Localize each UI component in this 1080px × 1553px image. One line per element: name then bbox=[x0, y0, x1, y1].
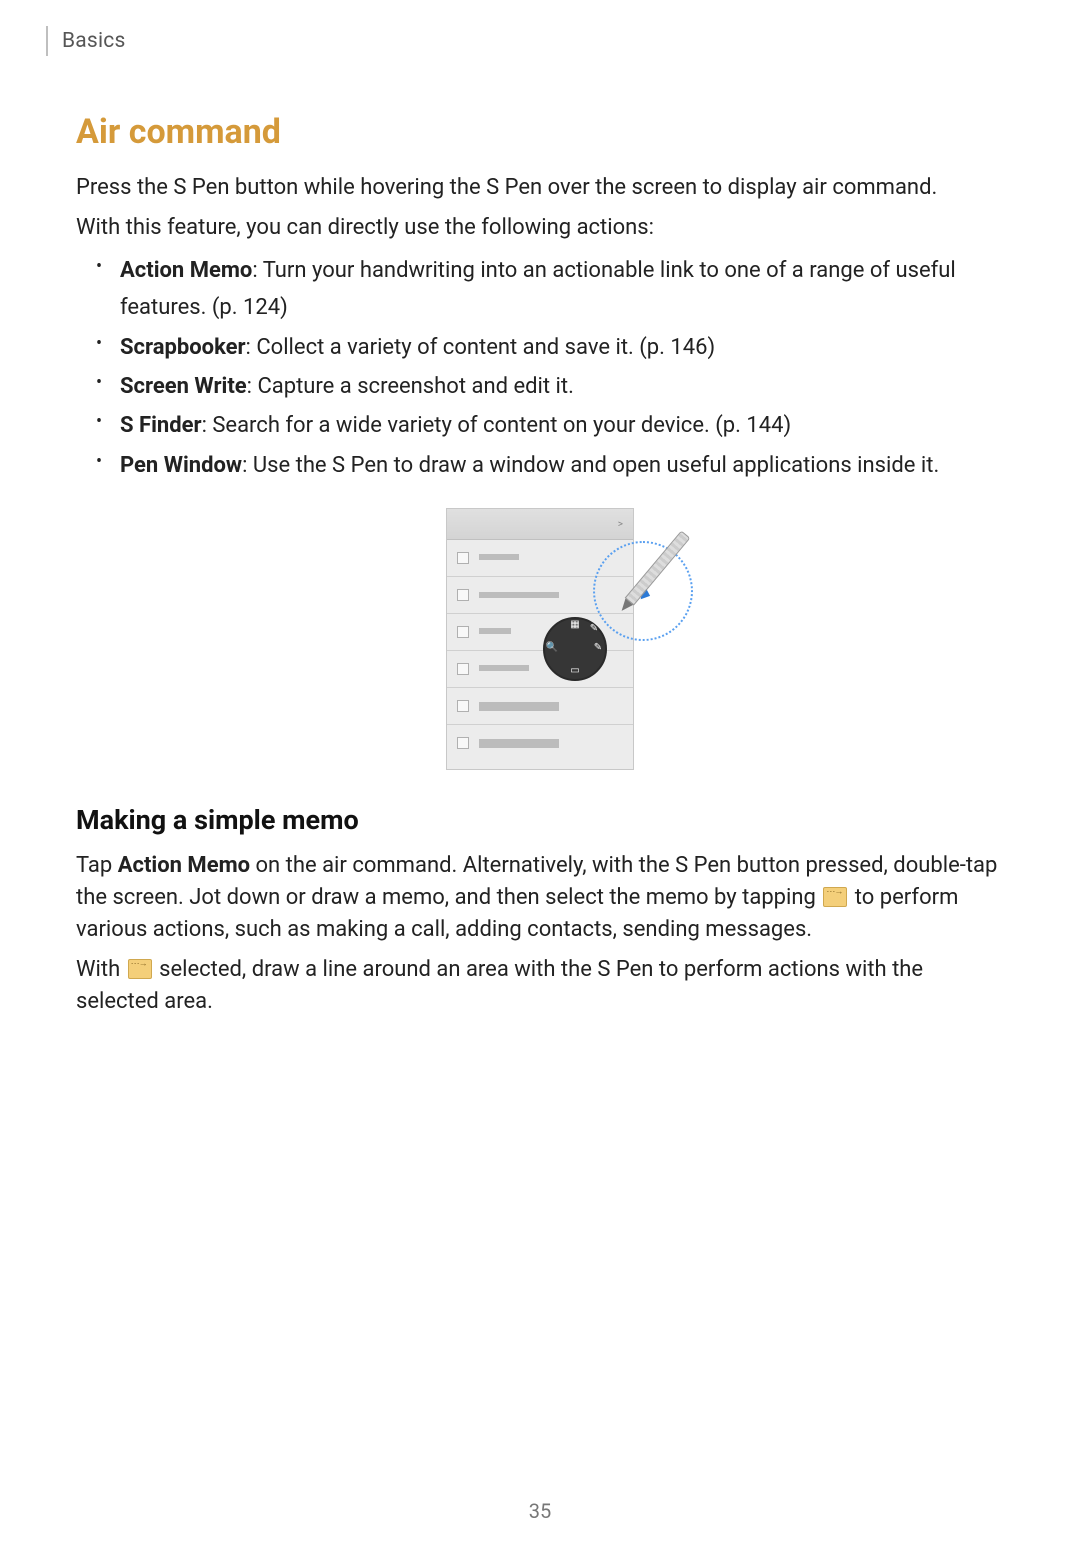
link-action-icon bbox=[128, 959, 152, 979]
list-item bbox=[447, 725, 633, 761]
feature-name: Screen Write bbox=[120, 374, 247, 399]
air-command-illustration: > ▦✎🔍✎▭ bbox=[446, 508, 634, 770]
page-title: Air command bbox=[76, 112, 1004, 152]
memo-paragraph-2: With selected, draw a line around an are… bbox=[76, 954, 1004, 1018]
feature-desc: : Use the S Pen to draw a window and ope… bbox=[242, 453, 939, 478]
section-label: Basics bbox=[62, 29, 125, 53]
memo-paragraph-1: Tap Action Memo on the air command. Alte… bbox=[76, 850, 1004, 946]
air-command-menu-icon: ▦✎🔍✎▭ bbox=[543, 617, 607, 681]
feature-item: Action Memo: Turn your handwriting into … bbox=[100, 252, 1004, 327]
feature-list: Action Memo: Turn your handwriting into … bbox=[76, 252, 1004, 484]
illustration-header: > bbox=[447, 509, 633, 540]
intro-2: With this feature, you can directly use … bbox=[76, 212, 1004, 244]
list-item bbox=[447, 688, 633, 725]
feature-name: S Finder bbox=[120, 413, 202, 438]
feature-item: Screen Write: Capture a screenshot and e… bbox=[100, 368, 1004, 405]
feature-item: S Finder: Search for a wide variety of c… bbox=[100, 407, 1004, 444]
feature-item: Pen Window: Use the S Pen to draw a wind… bbox=[100, 447, 1004, 484]
action-memo-bold: Action Memo bbox=[118, 853, 250, 878]
page-number: 35 bbox=[0, 1499, 1080, 1523]
header-divider bbox=[46, 26, 48, 56]
feature-item: Scrapbooker: Collect a variety of conten… bbox=[100, 329, 1004, 366]
subsection-heading: Making a simple memo bbox=[76, 804, 1004, 836]
header: Basics bbox=[46, 26, 1080, 56]
feature-desc: : Collect a variety of content and save … bbox=[246, 335, 716, 360]
feature-desc: : Capture a screenshot and edit it. bbox=[247, 374, 574, 399]
intro-1: Press the S Pen button while hovering th… bbox=[76, 172, 1004, 204]
feature-name: Pen Window bbox=[120, 453, 242, 478]
chevron-right-icon: > bbox=[618, 519, 623, 530]
feature-name: Scrapbooker bbox=[120, 335, 246, 360]
feature-name: Action Memo bbox=[120, 258, 252, 283]
link-action-icon bbox=[823, 887, 847, 907]
feature-desc: : Search for a wide variety of content o… bbox=[202, 413, 792, 438]
